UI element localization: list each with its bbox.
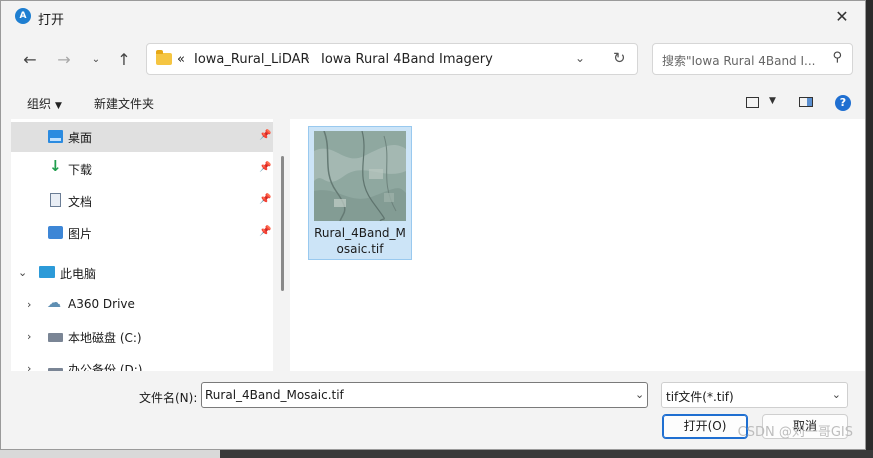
open-button[interactable]: 打开(O) [662, 414, 748, 439]
breadcrumb-item[interactable]: Iowa_Rural_LiDAR [194, 52, 310, 67]
sidebar-item-label: 办公备份 (D:) [68, 363, 143, 371]
sidebar-item-drive-d[interactable]: › 办公备份 (D:) [11, 354, 273, 371]
help-icon[interactable]: ? [835, 95, 851, 111]
command-bar: 组织 ▼ 新建文件夹 ▼ ? [1, 89, 865, 117]
collapsed-chevron-icon[interactable]: › [27, 298, 31, 311]
filename-input[interactable] [201, 382, 648, 408]
search-box[interactable]: 搜索"Iowa Rural 4Band I... ⚲ [652, 43, 853, 75]
image-thumbnail [314, 131, 406, 221]
open-file-dialog: A 打开 ✕ ← → ⌄ ↑ « Iowa_Rural_LiDAR › Iowa… [0, 0, 866, 450]
pin-icon[interactable]: 📌 [259, 162, 271, 173]
sidebar-item-label: 此电脑 [60, 267, 97, 281]
organize-menu[interactable]: 组织 ▼ [27, 95, 62, 112]
up-button[interactable]: ↑ [113, 49, 135, 71]
disk-icon [48, 333, 63, 342]
refresh-icon[interactable]: ↻ [613, 49, 626, 67]
navigation-bar: ← → ⌄ ↑ « Iowa_Rural_LiDAR › Iowa Rural … [1, 41, 865, 77]
filename-dropdown-icon[interactable]: ⌄ [635, 388, 644, 401]
search-icon[interactable]: ⚲ [832, 50, 842, 65]
new-folder-button[interactable]: 新建文件夹 [94, 95, 154, 112]
forward-button[interactable]: → [53, 49, 75, 71]
disk-icon [48, 368, 63, 371]
organize-label: 组织 [27, 97, 52, 111]
address-bar[interactable]: « Iowa_Rural_LiDAR › Iowa Rural 4Band Im… [146, 43, 638, 75]
autodesk-icon: A [15, 8, 31, 24]
expanded-chevron-icon[interactable]: ⌄ [18, 266, 27, 279]
sidebar-item-label: 桌面 [68, 131, 93, 145]
back-button[interactable]: ← [19, 49, 41, 71]
breadcrumb-separator[interactable]: › [305, 51, 310, 65]
pin-icon[interactable]: 📌 [259, 194, 271, 205]
filename-label: 文件名(N): [139, 391, 198, 405]
sidebar-item-this-pc[interactable]: ⌄ 此电脑 [11, 258, 273, 288]
taskbar-strip [0, 450, 873, 458]
chevron-down-icon: ⌄ [91, 54, 101, 65]
background-strip [866, 0, 873, 458]
document-icon [50, 193, 61, 207]
search-placeholder: 搜索"Iowa Rural 4Band I... [662, 54, 816, 68]
pin-icon[interactable]: 📌 [259, 226, 271, 237]
breadcrumb-overflow[interactable]: « [177, 52, 185, 67]
sidebar-item-downloads[interactable]: ↓ 下载 📌 [11, 154, 273, 184]
collapsed-chevron-icon[interactable]: › [27, 330, 31, 343]
file-name: Rural_4Band_Mosaic.tif [314, 226, 406, 256]
download-icon: ↓ [49, 157, 62, 175]
sidebar-item-documents[interactable]: 文档 📌 [11, 186, 273, 216]
breadcrumb-item[interactable]: Iowa Rural 4Band Imagery [321, 52, 493, 67]
view-mode-icon[interactable] [746, 97, 759, 108]
dialog-title: 打开 [38, 13, 65, 28]
sidebar-item-label: A360 Drive [68, 297, 135, 311]
watermark: CSDN @刘一哥GIS [737, 425, 853, 440]
sidebar-item-a360-drive[interactable]: › ☁ A360 Drive [11, 290, 273, 320]
cloud-drive-icon: ☁ [47, 295, 61, 311]
sidebar-item-label: 图片 [68, 227, 93, 241]
view-caret-icon[interactable]: ▼ [769, 96, 776, 106]
pin-icon[interactable]: 📌 [259, 130, 271, 141]
navigation-pane: 桌面 📌 ↓ 下载 📌 文档 📌 图片 📌 ⌄ 此电脑 › ☁ A360 Dri… [11, 119, 273, 371]
up-arrow-icon: ↑ [117, 50, 131, 69]
collapsed-chevron-icon[interactable]: › [27, 362, 31, 371]
forward-arrow-icon: → [57, 50, 71, 69]
recent-locations-button[interactable]: ⌄ [85, 49, 107, 71]
sidebar-item-pictures[interactable]: 图片 📌 [11, 218, 273, 248]
sidebar-item-label: 下载 [68, 163, 93, 177]
close-button[interactable]: ✕ [819, 1, 865, 33]
computer-icon [39, 266, 55, 278]
back-arrow-icon: ← [23, 50, 37, 69]
sidebar-item-desktop[interactable]: 桌面 📌 [11, 122, 273, 152]
chevron-down-icon: ⌄ [831, 388, 841, 401]
file-list-pane: Rural_4Band_Mosaic.tif [290, 119, 865, 371]
desktop-icon [48, 130, 63, 143]
title-bar: A 打开 ✕ [1, 1, 865, 33]
preview-pane-icon[interactable] [799, 97, 813, 107]
filetype-select[interactable]: tif文件(*.tif) ⌄ [661, 382, 848, 408]
navigation-scrollbar[interactable] [281, 156, 284, 291]
sidebar-item-drive-c[interactable]: › 本地磁盘 (C:) [11, 322, 273, 352]
file-item[interactable]: Rural_4Band_Mosaic.tif [308, 126, 412, 260]
caret-down-icon: ▼ [55, 101, 62, 111]
picture-icon [48, 226, 63, 239]
address-dropdown-icon[interactable]: ⌄ [575, 51, 585, 65]
folder-icon [156, 50, 172, 65]
close-icon: ✕ [835, 7, 849, 26]
sidebar-item-label: 本地磁盘 (C:) [68, 331, 142, 345]
filetype-value: tif文件(*.tif) [666, 390, 734, 404]
sidebar-item-label: 文档 [68, 195, 93, 209]
